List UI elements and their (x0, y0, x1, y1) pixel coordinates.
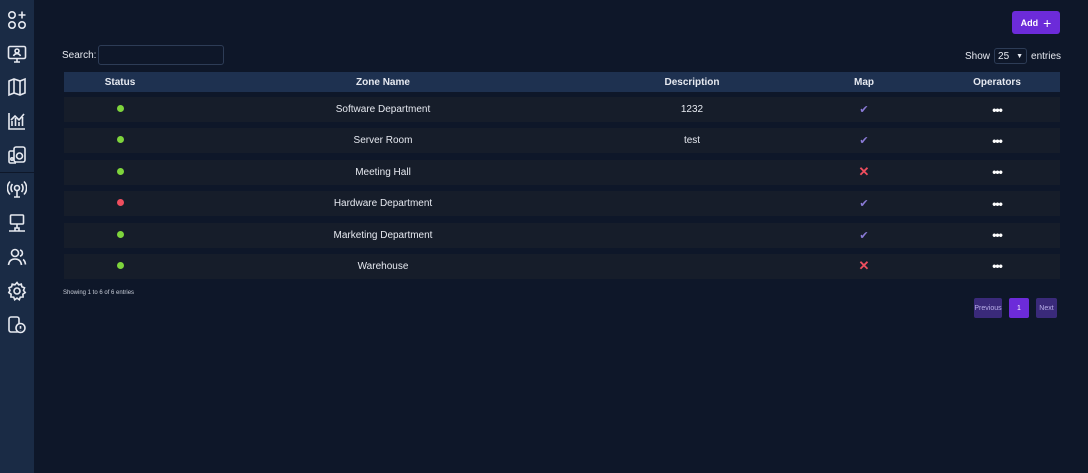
more-options-icon[interactable]: ••• (992, 228, 1003, 242)
description-cell: 1232 (680, 104, 704, 115)
status-cell (64, 261, 176, 272)
widgets-add-icon[interactable] (5, 8, 29, 32)
status-cell (64, 135, 176, 146)
table-body: Software Department 1232 ✔ ••• Server Room te… (64, 97, 1060, 279)
zone-name-cell: Warehouse (357, 260, 409, 272)
operators-cell: ••• (934, 165, 1060, 179)
zone-name-cell: Meeting Hall (355, 166, 411, 178)
check-icon: ✔ (859, 104, 869, 116)
status-cell (64, 167, 176, 178)
table-row[interactable]: Marketing Department ✔ ••• (64, 222, 1060, 248)
status-dot-icon (116, 230, 124, 238)
device-info-icon[interactable] (5, 313, 29, 337)
search-label: Search: (62, 50, 97, 61)
status-cell (64, 104, 176, 115)
map-cell: ✔ (794, 134, 934, 147)
add-button-label: Add (1020, 17, 1039, 28)
page-1-button[interactable]: 1 (1009, 298, 1029, 318)
settings-icon[interactable] (5, 279, 29, 303)
table-row[interactable]: Server Room test ✔ ••• (64, 128, 1060, 154)
map-cell: ✔ (794, 197, 934, 210)
status-dot-icon (116, 199, 124, 207)
header-operators[interactable]: Operators (934, 77, 1060, 88)
table-header: Status Zone Name Description Map Operato… (64, 72, 1060, 92)
check-icon: ✔ (859, 198, 869, 211)
header-description[interactable]: Description (590, 77, 794, 88)
operators-cell: ••• (934, 228, 1060, 242)
map-cell: ✔ (794, 229, 934, 242)
previous-page-button[interactable]: Previous (974, 298, 1002, 318)
table-row[interactable]: Hardware Department ✔ ••• (64, 191, 1060, 217)
operators-cell: ••• (934, 259, 1060, 273)
table-row[interactable]: Software Department 1232 ✔ ••• (64, 97, 1060, 122)
radar-icon[interactable] (5, 177, 29, 201)
description-cell: test (683, 135, 701, 147)
more-options-icon[interactable]: ••• (992, 259, 1003, 273)
map-icon[interactable] (5, 75, 29, 99)
zone-name-cell: Hardware Department (333, 198, 433, 210)
cross-icon: ✕ (858, 164, 870, 180)
header-status[interactable]: Status (64, 77, 176, 88)
main-content: Add + Search: Show 25 ▼ entries Status Z… (34, 0, 1088, 473)
zone-name-cell: Server Room (353, 135, 413, 147)
next-page-button[interactable]: Next (1036, 298, 1057, 318)
operators-cell: ••• (934, 197, 1060, 211)
devices-icon[interactable] (5, 143, 29, 167)
status-dot-icon (116, 105, 124, 112)
status-cell (64, 198, 176, 209)
plus-icon: + (1043, 14, 1052, 31)
table-info: Showing 1 to 6 of 6 entries (63, 290, 135, 296)
length-menu: Show 25 ▼ entries (965, 48, 1061, 64)
status-dot-icon (116, 261, 124, 269)
map-cell: ✔ (794, 103, 934, 116)
network-icon[interactable] (5, 211, 29, 235)
map-cell: ✕ (794, 164, 934, 180)
monitor-user-icon[interactable] (5, 42, 29, 66)
chart-icon[interactable] (5, 109, 29, 133)
more-options-icon[interactable]: ••• (992, 134, 1003, 148)
entries-select-value: 25 (998, 50, 1010, 62)
chevron-down-icon: ▼ (1016, 52, 1024, 60)
sidebar (0, 0, 34, 473)
add-button[interactable]: Add + (1012, 11, 1060, 34)
check-icon: ✔ (859, 135, 869, 148)
table-row[interactable]: Meeting Hall ✕ ••• (64, 159, 1060, 185)
show-label: Show (965, 50, 991, 62)
zones-table: Status Zone Name Description Map Operato… (64, 72, 1060, 279)
operators-cell: ••• (934, 134, 1060, 148)
status-dot-icon (116, 136, 124, 144)
entries-label: entries (1031, 50, 1062, 62)
table-row[interactable]: Warehouse ✕ ••• (64, 253, 1060, 279)
zone-name-cell: Marketing Department (333, 229, 433, 241)
header-map[interactable]: Map (794, 77, 934, 88)
more-options-icon[interactable]: ••• (992, 197, 1003, 211)
header-zone-name[interactable]: Zone Name (176, 77, 590, 88)
search-input[interactable] (98, 45, 224, 65)
cross-icon: ✕ (858, 258, 870, 274)
status-cell (64, 230, 176, 241)
users-icon[interactable] (5, 245, 29, 269)
more-options-icon[interactable]: ••• (992, 165, 1003, 179)
operators-cell: ••• (934, 103, 1060, 117)
map-cell: ✕ (794, 258, 934, 274)
zone-name-cell: Software Department (335, 104, 431, 115)
more-options-icon[interactable]: ••• (992, 103, 1003, 117)
entries-select[interactable]: 25 ▼ (994, 48, 1028, 64)
sidebar-divider (0, 172, 34, 173)
status-dot-icon (116, 167, 124, 175)
check-icon: ✔ (859, 229, 869, 242)
